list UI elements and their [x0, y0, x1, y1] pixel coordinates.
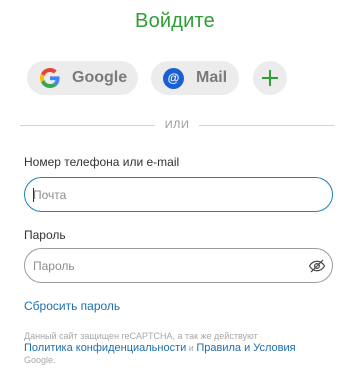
- password-field-label: Пароль: [24, 228, 66, 242]
- legal-suffix: Google.: [24, 355, 56, 365]
- mail-button-label: Mail: [196, 69, 228, 86]
- mail-login-button[interactable]: @ Mail: [151, 61, 239, 95]
- at-sign-icon: @: [163, 67, 184, 89]
- social-login-row: Google @ Mail: [27, 61, 287, 95]
- terms-link[interactable]: Правила и Условия: [196, 342, 295, 354]
- privacy-policy-link[interactable]: Политика конфиденциальности: [24, 342, 186, 354]
- more-login-options-button[interactable]: [253, 61, 287, 95]
- legal-prefix: Данный сайт защищен reCAPTCHA, а так же …: [24, 331, 258, 341]
- login-field-container: [24, 177, 333, 212]
- divider-text: ИЛИ: [164, 119, 190, 131]
- login-field-label: Номер телефона или e-mail: [24, 155, 180, 169]
- google-g-icon: [40, 68, 60, 88]
- divider-line-left: [20, 124, 155, 126]
- divider-line-right: [199, 124, 334, 126]
- google-login-button[interactable]: Google: [27, 61, 138, 95]
- legal-and: и: [188, 343, 194, 353]
- recaptcha-notice: Данный сайт защищен reCAPTCHA, а так же …: [24, 330, 334, 366]
- login-input[interactable]: [25, 178, 332, 211]
- plus-icon: [262, 70, 278, 86]
- or-divider: ИЛИ: [20, 118, 334, 132]
- login-page: Войдите Google @ Mail ИЛИ Номер телефона…: [0, 0, 350, 371]
- password-field-container: [24, 248, 333, 283]
- google-button-label: Google: [72, 69, 128, 86]
- reset-password-link[interactable]: Сбросить пароль: [24, 299, 120, 313]
- text-caret: [33, 188, 34, 202]
- eye-slash-icon[interactable]: [308, 257, 326, 275]
- page-title: Войдите: [135, 10, 215, 32]
- password-input[interactable]: [25, 249, 332, 282]
